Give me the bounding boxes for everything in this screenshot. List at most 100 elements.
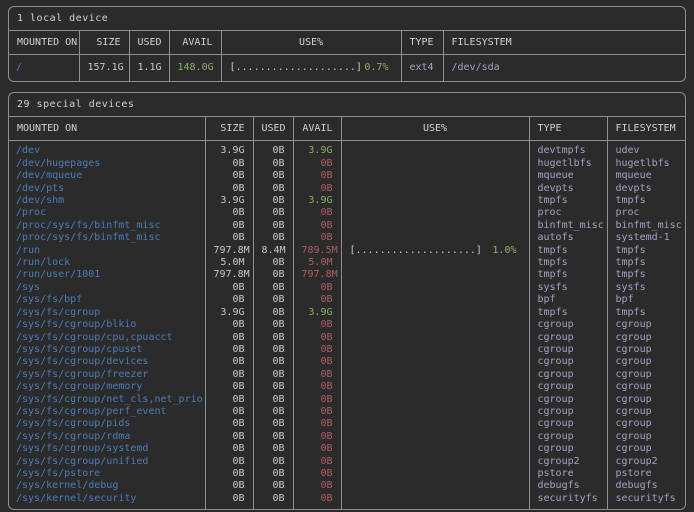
filesystem-cell: bpf [607,294,685,306]
table-row: /sys/fs/pstore0B0B0Bpstorepstore [9,468,685,480]
avail-cell: 3.9G [293,141,341,158]
size-cell: 797.8M [205,269,253,281]
type-cell: cgroup [529,332,607,344]
table-row: /proc0B0B0Bprocproc [9,207,685,219]
avail-cell: 0B [293,170,341,182]
used-cell: 0B [253,394,293,406]
mount-cell: /sys/fs/cgroup/unified [9,456,205,468]
filesystem-cell: tmpfs [607,257,685,269]
use-percent-cell [341,381,529,393]
mount-cell: /dev/shm [9,195,205,207]
table-row: /sys/fs/cgroup/pids0B0B0Bcgroupcgroup [9,418,685,430]
mount-cell: /sys/kernel/security [9,493,205,509]
size-cell: 0B [205,443,253,455]
filesystem-cell: devpts [607,183,685,195]
col-header-avail: AVAIL [169,31,221,55]
type-cell: cgroup2 [529,456,607,468]
avail-cell: 0B [293,207,341,219]
used-cell: 0B [253,232,293,244]
filesystem-cell: pstore [607,468,685,480]
col-header-filesystem: FILESYSTEM [443,31,685,55]
type-cell: bpf [529,294,607,306]
type-cell: binfmt_misc [529,220,607,232]
use-percent-cell [341,141,529,158]
avail-cell: 0B [293,344,341,356]
avail-cell: 148.0G [169,55,221,82]
use-percent-cell [341,294,529,306]
local-devices-grid: MOUNTED ON SIZE USED AVAIL USE% TYPE FIL… [9,31,685,81]
mount-cell: /sys/fs/cgroup/devices [9,356,205,368]
size-cell: 0B [205,493,253,509]
table-row: /sys/fs/cgroup/memory0B0B0Bcgroupcgroup [9,381,685,393]
size-cell: 0B [205,406,253,418]
filesystem-cell: securityfs [607,493,685,509]
filesystem-cell: debugfs [607,480,685,492]
size-cell: 0B [205,220,253,232]
filesystem-cell: cgroup [607,369,685,381]
table-row: /dev/mqueue0B0B0Bmqueuemqueue [9,170,685,182]
avail-cell: 3.9G [293,195,341,207]
type-cell: cgroup [529,431,607,443]
used-cell: 0B [253,431,293,443]
avail-cell: 0B [293,418,341,430]
mount-cell: /proc/sys/fs/binfmt_misc [9,232,205,244]
avail-cell: 0B [293,369,341,381]
used-cell: 0B [253,141,293,158]
type-cell: hugetlbfs [529,158,607,170]
size-cell: 0B [205,356,253,368]
use-percent-cell [341,195,529,207]
table-row: /sys/fs/cgroup/freezer0B0B0Bcgroupcgroup [9,369,685,381]
mount-cell: /proc/sys/fs/binfmt_misc [9,220,205,232]
table-row: /sys/fs/cgroup/rdma0B0B0Bcgroupcgroup [9,431,685,443]
mount-cell: /dev/mqueue [9,170,205,182]
filesystem-cell: cgroup [607,394,685,406]
size-cell: 0B [205,282,253,294]
type-cell: cgroup [529,369,607,381]
filesystem-cell: hugetlbfs [607,158,685,170]
avail-cell: 797.8M [293,269,341,281]
type-cell: cgroup [529,406,607,418]
used-cell: 0B [253,443,293,455]
special-devices-title: 29 special devices [9,93,685,117]
used-cell: 0B [253,406,293,418]
use-percent-cell [341,257,529,269]
special-devices-grid: MOUNTED ON SIZE USED AVAIL USE% TYPE FIL… [9,117,685,509]
avail-cell: 0B [293,443,341,455]
size-cell: 0B [205,207,253,219]
filesystem-cell: sysfs [607,282,685,294]
size-cell: 5.0M [205,257,253,269]
mount-cell: /sys/fs/cgroup/net_cls,net_prio [9,394,205,406]
used-cell: 0B [253,332,293,344]
table-row: /sys/fs/cgroup/cpu,cpuacct0B0B0Bcgroupcg… [9,332,685,344]
used-cell: 0B [253,480,293,492]
used-cell: 0B [253,183,293,195]
used-cell: 0B [253,493,293,509]
mount-cell: /run [9,245,205,257]
used-cell: 0B [253,195,293,207]
mount-cell: /sys/fs/cgroup [9,307,205,319]
usage-bar: [....................] [350,245,482,257]
mount-cell: /sys/fs/cgroup/freezer [9,369,205,381]
col-header-mounted-on: MOUNTED ON [9,117,205,141]
mount-cell: /dev/pts [9,183,205,195]
local-devices-table: 1 local device MOUNTED ON SIZE USED AVAI… [8,6,686,82]
type-cell: cgroup [529,356,607,368]
mount-cell: /sys [9,282,205,294]
col-header-mounted-on: MOUNTED ON [9,31,79,55]
use-percent-cell [341,369,529,381]
col-header-avail: AVAIL [293,117,341,141]
table-row: /run797.8M8.4M789.5M[...................… [9,245,685,257]
mount-cell: /sys/fs/cgroup/cpuset [9,344,205,356]
avail-cell: 789.5M [293,245,341,257]
type-cell: tmpfs [529,195,607,207]
used-cell: 0B [253,207,293,219]
filesystem-cell: cgroup [607,332,685,344]
table-row: /sys/fs/cgroup/perf_event0B0B0Bcgroupcgr… [9,406,685,418]
filesystem-cell: cgroup [607,319,685,331]
table-row: /sys/fs/bpf0B0B0Bbpfbpf [9,294,685,306]
avail-cell: 0B [293,394,341,406]
used-cell: 0B [253,282,293,294]
col-header-used: USED [253,117,293,141]
used-cell: 0B [253,269,293,281]
use-percent-cell [341,480,529,492]
